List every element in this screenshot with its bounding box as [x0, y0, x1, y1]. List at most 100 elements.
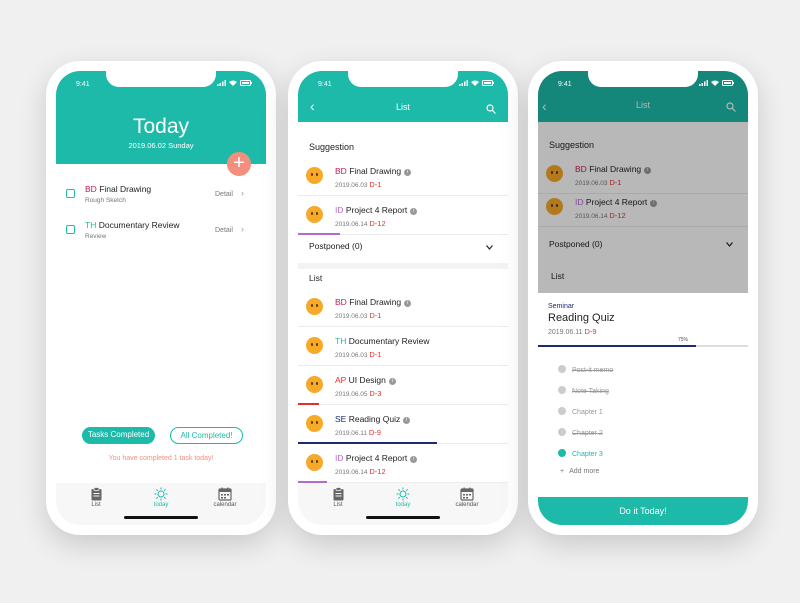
progress-underline: [298, 442, 437, 444]
task-dday: D-9: [368, 428, 381, 437]
check-dot-icon[interactable]: [558, 365, 566, 373]
phone-today: 9:41 Today 2019.06.02 Sunday + BD Final …: [46, 61, 276, 535]
detail-link[interactable]: Detail: [215, 191, 233, 198]
phone-list: 9:41 ‹ List Suggestion BD Final Drawing i…: [288, 61, 518, 535]
task-title: Reading Quiz: [548, 312, 615, 324]
task-dday: D-1: [369, 350, 382, 359]
task-date: 2019.06.03 D-1: [335, 350, 381, 359]
nav-calendar[interactable]: calendar: [447, 487, 487, 508]
checklist-label: Chapter 1: [572, 409, 603, 416]
nav-calendar-label: calendar: [455, 502, 479, 508]
list-screen: 9:41 ‹ List Suggestion BD Final Drawing i…: [298, 71, 508, 525]
task-title-text: Documentary Review: [98, 220, 180, 230]
chevron-right-icon: ›: [241, 224, 244, 234]
task-row[interactable]: AP UI Design i 2019.06.05 D-3: [298, 367, 508, 405]
tasks-completed-button[interactable]: Tasks Completed: [82, 427, 155, 444]
emoji-face-icon: [306, 376, 323, 393]
task-dday: D-12: [369, 219, 386, 228]
nav-calendar[interactable]: calendar: [205, 487, 245, 508]
task-tag: BD: [85, 184, 97, 194]
task-item[interactable]: TH Documentary Review Review Detail ›: [56, 217, 266, 247]
check-dot-icon[interactable]: [558, 428, 566, 436]
nav-today[interactable]: today: [383, 487, 423, 508]
nav-list[interactable]: List: [76, 487, 116, 508]
info-icon[interactable]: i: [410, 208, 418, 215]
task-title-text: UI Design: [348, 375, 386, 385]
add-task-button[interactable]: +: [227, 152, 251, 176]
task-title-text: Final Drawing: [349, 166, 402, 176]
checklist-item[interactable]: Chapter 3: [558, 449, 603, 458]
task-row[interactable]: BD Final Drawing i 2019.06.03 D-1: [298, 158, 508, 196]
info-icon[interactable]: i: [404, 300, 412, 307]
progress-fill: [538, 345, 696, 347]
task-date: 2019.06.11 D-9: [548, 327, 597, 336]
task-row[interactable]: BD Final Drawing i 2019.06.03 D-1: [298, 289, 508, 327]
plus-icon: +: [233, 152, 245, 174]
task-title: TH Documentary Review: [85, 220, 180, 230]
task-tag: TH: [335, 336, 347, 346]
task-row[interactable]: ID Project 4 Report i 2019.06.14 D-12: [298, 197, 508, 235]
task-category: Seminar: [548, 303, 575, 310]
search-icon[interactable]: [486, 104, 496, 114]
task-dday: D-3: [369, 389, 382, 398]
task-title: BD Final Drawing: [85, 184, 151, 194]
info-icon[interactable]: i: [404, 169, 412, 176]
checklist-item[interactable]: Post-it memo: [558, 365, 613, 374]
task-dday: D-9: [584, 327, 597, 336]
task-title-text: Reading Quiz: [348, 414, 401, 424]
info-icon[interactable]: i: [410, 456, 418, 463]
task-title: BD Final Drawing i: [335, 166, 412, 176]
do-it-today-button[interactable]: Do it Today!: [538, 497, 748, 525]
emoji-face-icon: [306, 337, 323, 354]
nav-list-label: List: [91, 502, 101, 508]
task-tag: TH: [85, 220, 97, 230]
task-checkbox[interactable]: [66, 189, 75, 198]
task-dday: D-1: [369, 311, 382, 320]
emoji-face-icon: [306, 206, 323, 223]
home-indicator: [366, 516, 440, 519]
status-time: 9:41: [318, 81, 332, 88]
signal-icon: [217, 80, 226, 86]
task-subtitle: Review: [85, 233, 107, 240]
checklist-item[interactable]: Chapter 1: [558, 407, 603, 416]
battery-icon: [240, 80, 252, 86]
notch: [106, 71, 216, 87]
task-row[interactable]: SE Reading Quiz i 2019.06.11 D-9: [298, 406, 508, 444]
clipboard-icon: [91, 487, 101, 501]
add-more-button[interactable]: + Add more: [560, 468, 599, 475]
nav-today-label: today: [153, 502, 169, 508]
checklist-item[interactable]: Note Taking: [558, 386, 609, 395]
detail-link[interactable]: Detail: [215, 227, 233, 234]
checklist-item[interactable]: Chapter 2: [558, 428, 603, 437]
detail-screen: 9:41 ‹ List Suggestion BD Final Drawing i…: [538, 71, 748, 525]
wifi-icon: [229, 80, 237, 86]
check-dot-icon[interactable]: [558, 386, 566, 394]
status-icons: [459, 80, 494, 86]
task-title: ID Project 4 Report i: [335, 205, 418, 215]
all-completed-button[interactable]: All Completed!: [170, 427, 243, 444]
task-row[interactable]: ID Project 4 Report i 2019.06.14 D-12: [298, 445, 508, 483]
signal-icon: [699, 80, 708, 86]
info-icon[interactable]: i: [403, 417, 411, 424]
task-date-text: 2019.06.03: [335, 313, 368, 320]
postponed-toggle[interactable]: Postponed (0): [298, 238, 508, 256]
today-date: 2019.06.02 Sunday: [128, 141, 194, 150]
nav-list[interactable]: List: [318, 487, 358, 508]
task-item[interactable]: BD Final Drawing Rough Sketch Detail ›: [56, 181, 266, 211]
sun-icon: [154, 487, 168, 501]
task-checkbox[interactable]: [66, 225, 75, 234]
info-icon[interactable]: i: [388, 378, 396, 385]
task-dday: D-12: [369, 467, 386, 476]
dim-overlay[interactable]: [538, 71, 748, 293]
section-divider: [298, 263, 508, 269]
task-detail-sheet: Seminar Reading Quiz 2019.06.11 D-9 75% …: [538, 293, 748, 525]
signal-icon: [459, 80, 468, 86]
task-title-text: Documentary Review: [348, 336, 430, 346]
nav-today[interactable]: today: [141, 487, 181, 508]
page-title: Today: [132, 115, 190, 138]
status-time: 9:41: [558, 81, 572, 88]
chevron-down-icon: [486, 245, 493, 250]
check-dot-icon[interactable]: [558, 449, 566, 457]
check-dot-icon[interactable]: [558, 407, 566, 415]
task-row[interactable]: TH Documentary Review 2019.06.03 D-1: [298, 328, 508, 366]
